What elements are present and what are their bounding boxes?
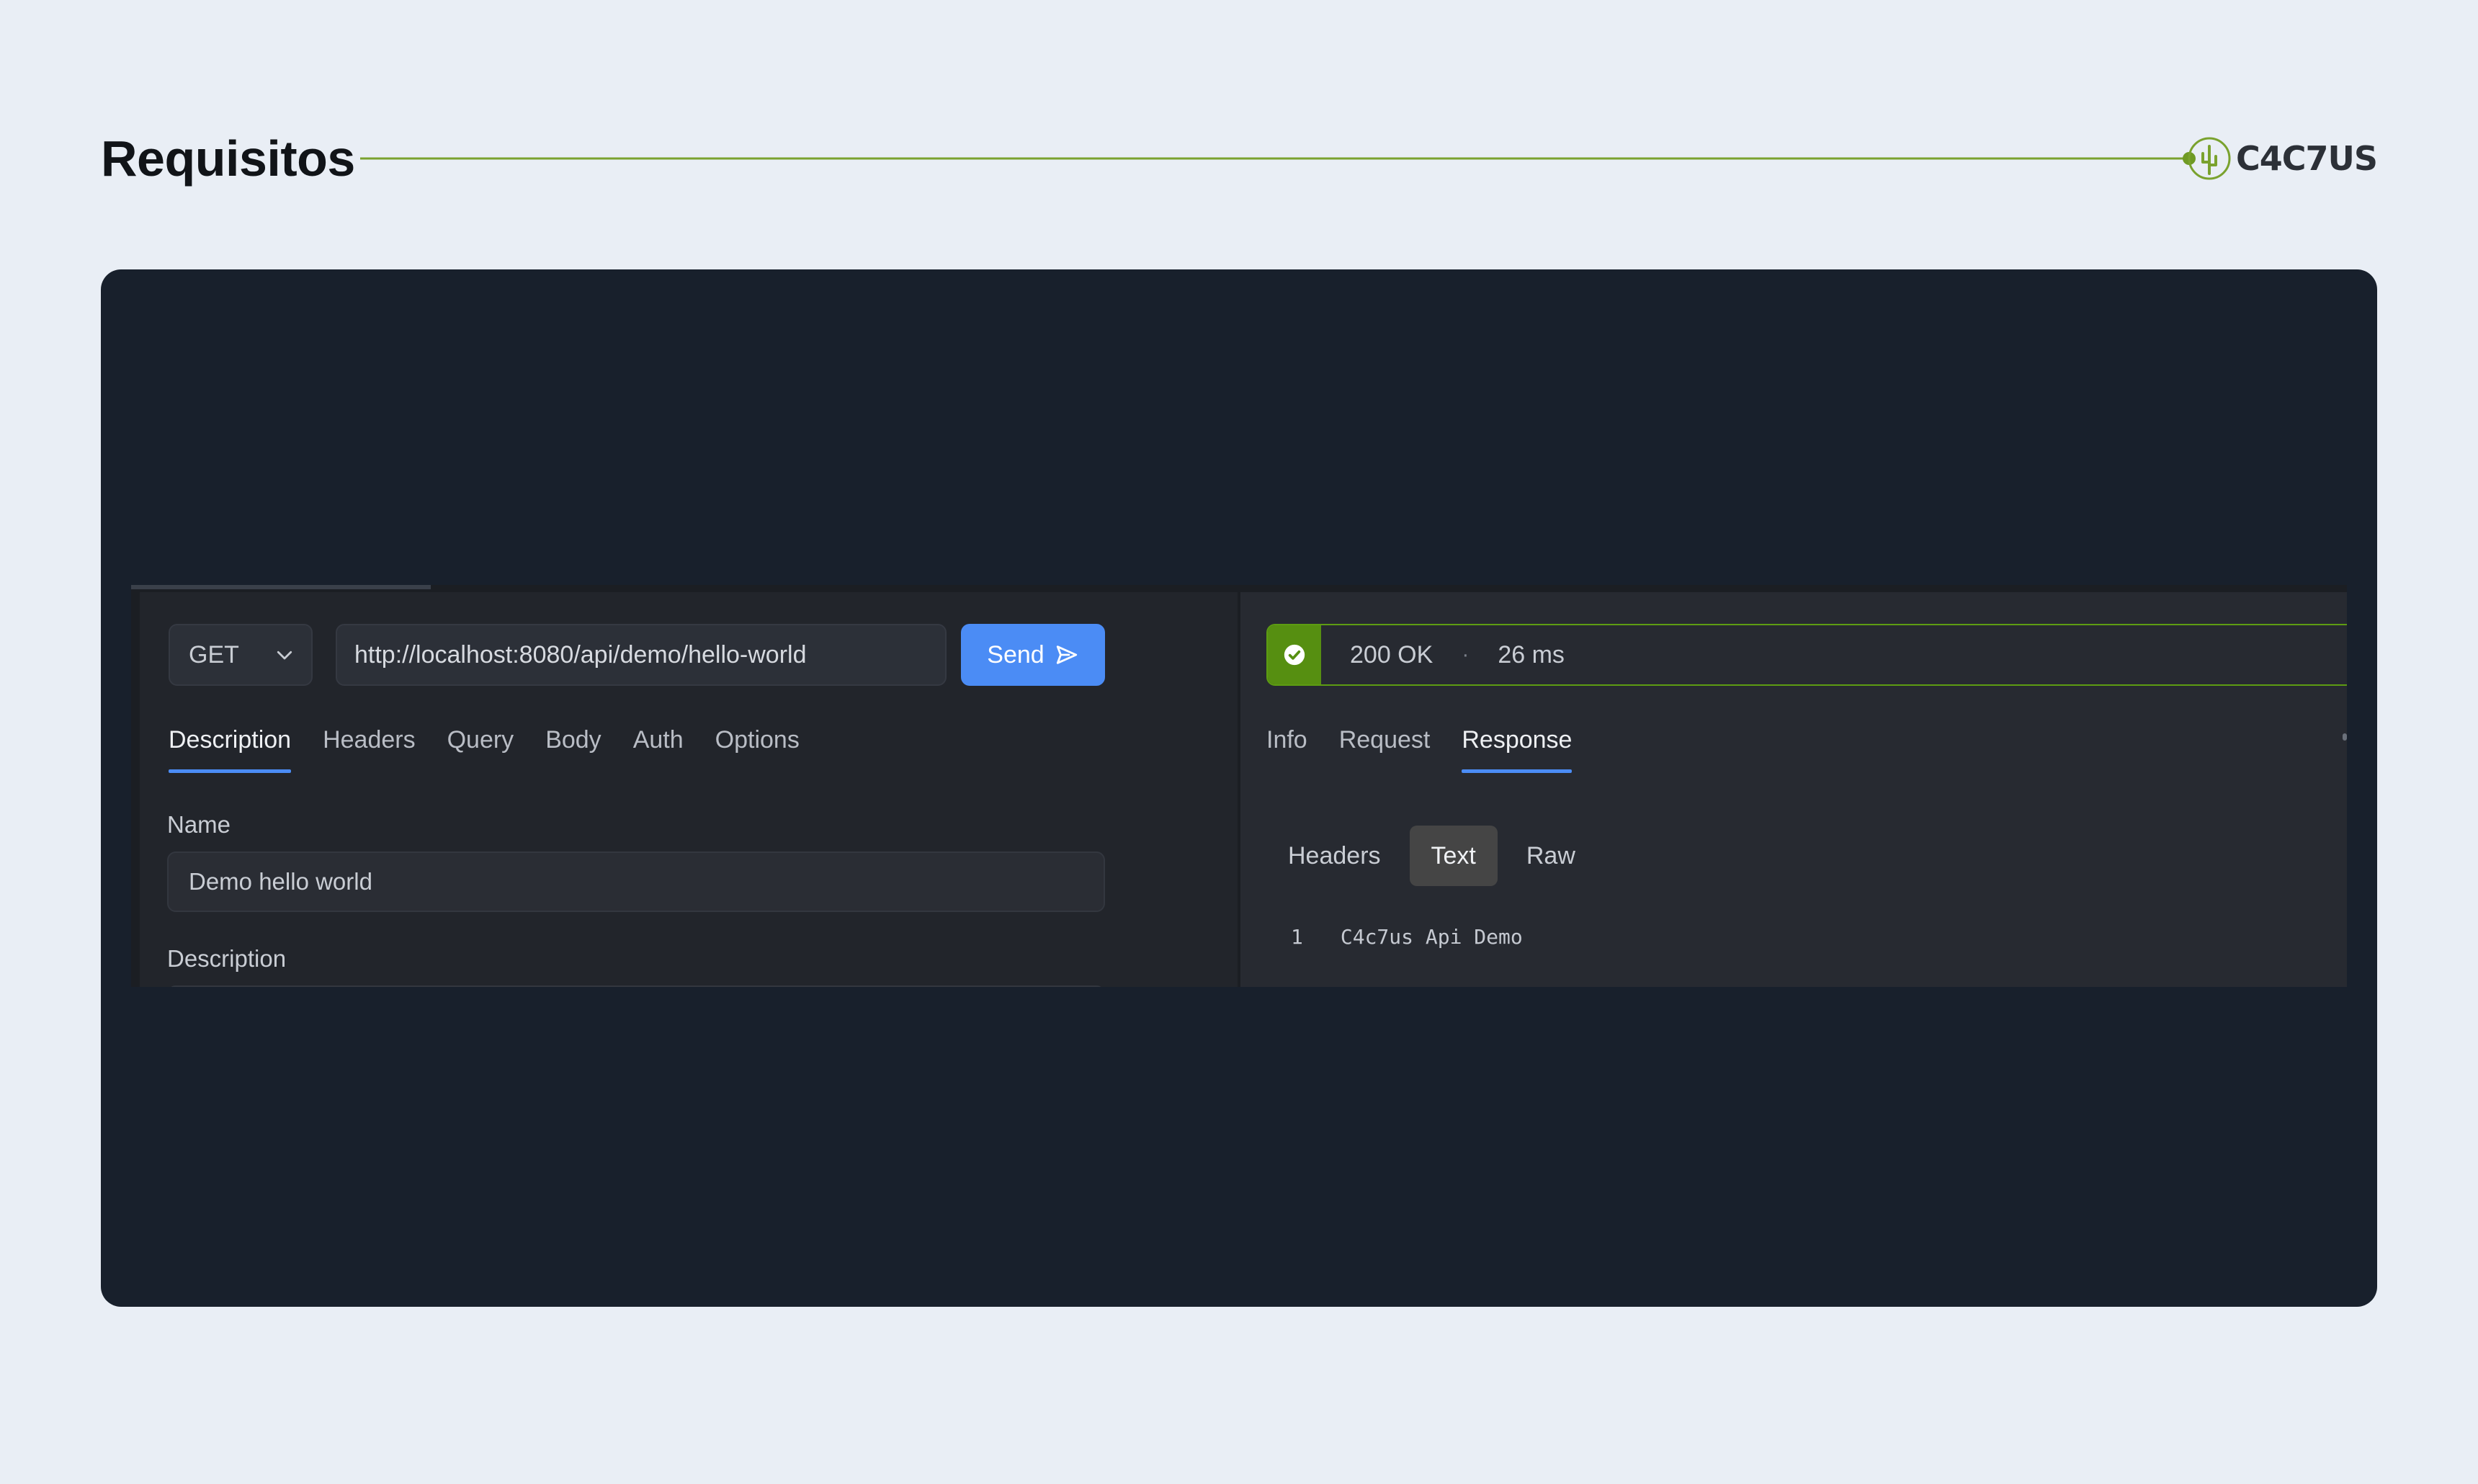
- name-input[interactable]: Demo hello world: [167, 851, 1105, 912]
- page-title: Requisitos: [101, 130, 355, 187]
- response-tabs: Info Request Response: [1266, 726, 1573, 773]
- tab-body[interactable]: Body: [545, 726, 601, 773]
- chevron-down-icon: [277, 651, 292, 660]
- cactus-logo-icon: [2188, 137, 2231, 180]
- status-indicator: [1268, 625, 1321, 684]
- request-tabs: Description Headers Query Body Auth Opti…: [169, 726, 800, 773]
- header-divider-line: [360, 157, 2187, 160]
- logo-text: C4C7US: [2235, 139, 2378, 178]
- send-button[interactable]: Send: [961, 624, 1105, 686]
- subtab-text[interactable]: Text: [1409, 826, 1498, 886]
- screenshot-card: GET http://localhost:8080/api/demo/hello…: [101, 269, 2377, 1307]
- line-text: C4c7us Api Demo: [1340, 925, 1523, 949]
- status-code: 200 OK: [1350, 640, 1433, 669]
- tab-options[interactable]: Options: [715, 726, 800, 773]
- tab-query[interactable]: Query: [447, 726, 514, 773]
- response-body-line: 1 C4c7us Api Demo: [1291, 925, 1523, 949]
- tab-auth[interactable]: Auth: [633, 726, 684, 773]
- method-select[interactable]: GET: [169, 624, 313, 686]
- send-button-label: Send: [987, 640, 1045, 669]
- check-circle-icon: [1284, 644, 1305, 666]
- name-field-label: Name: [167, 811, 231, 838]
- description-field-label: Description: [167, 945, 287, 972]
- paper-plane-icon: [1056, 645, 1077, 664]
- page-header: Requisitos C4C7US: [101, 122, 2378, 195]
- left-sidebar-edge: [131, 592, 140, 987]
- subtab-raw[interactable]: Raw: [1505, 826, 1597, 886]
- status-separator: ·: [1462, 643, 1470, 666]
- tab-headers[interactable]: Headers: [323, 726, 416, 773]
- response-pane: 200 OK · 26 ms Info Request Response Hea…: [1240, 592, 2347, 987]
- window-tab-indicator[interactable]: [131, 585, 431, 589]
- description-input[interactable]: [167, 985, 1105, 987]
- api-client-window: GET http://localhost:8080/api/demo/hello…: [131, 585, 2347, 987]
- response-time: 26 ms: [1498, 640, 1565, 669]
- tab-info[interactable]: Info: [1266, 726, 1307, 773]
- tab-request[interactable]: Request: [1339, 726, 1431, 773]
- scroll-indicator: [2343, 733, 2347, 741]
- method-value: GET: [189, 640, 239, 669]
- brand-logo: C4C7US: [2187, 133, 2378, 184]
- tab-response[interactable]: Response: [1462, 726, 1573, 773]
- response-view-toggle: Headers Text Raw: [1266, 826, 1597, 886]
- window-tab-strip: [131, 585, 2347, 592]
- url-input[interactable]: http://localhost:8080/api/demo/hello-wor…: [336, 624, 947, 686]
- request-pane: GET http://localhost:8080/api/demo/hello…: [140, 592, 1238, 987]
- line-number: 1: [1291, 925, 1303, 949]
- response-status-bar: 200 OK · 26 ms: [1266, 624, 2347, 686]
- tab-description[interactable]: Description: [169, 726, 292, 773]
- subtab-headers[interactable]: Headers: [1266, 826, 1403, 886]
